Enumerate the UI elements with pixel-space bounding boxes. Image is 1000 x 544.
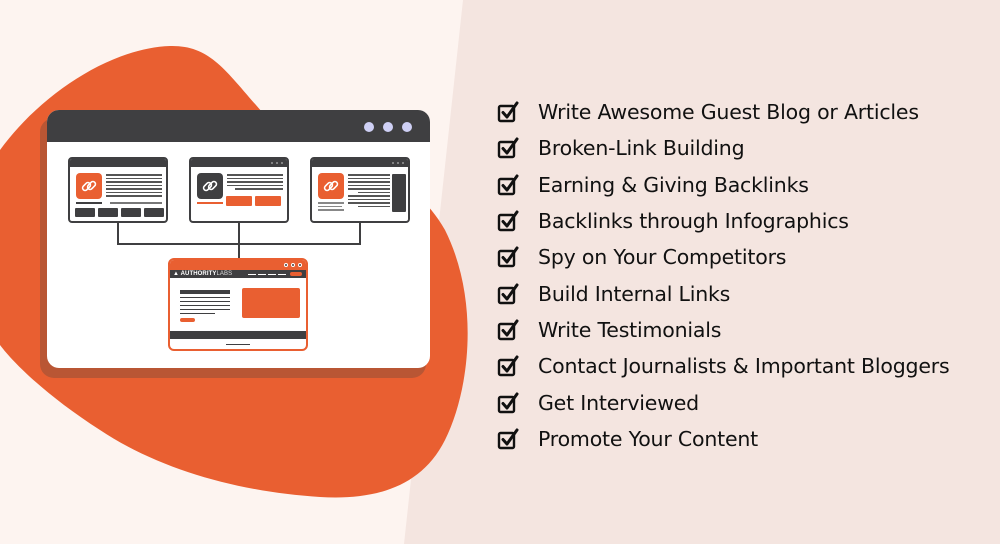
checked-box-icon	[497, 355, 519, 377]
site-nav-button	[290, 272, 302, 276]
checklist-item: Earning & Giving Backlinks	[497, 167, 949, 203]
window-dot-icon	[364, 122, 374, 132]
checklist-item-label: Broken-Link Building	[538, 136, 745, 161]
window-dot-icon	[402, 122, 412, 132]
site-footer-line	[226, 344, 250, 345]
checklist-item-label: Backlinks through Infographics	[538, 209, 849, 234]
checklist-item-label: Promote Your Content	[538, 426, 759, 451]
site-orange-button	[226, 196, 252, 206]
window-dot-icon	[383, 122, 393, 132]
checklist-item: Write Awesome Guest Blog or Articles	[497, 94, 949, 130]
site-titlebar	[70, 159, 166, 167]
site-nav-links	[248, 273, 286, 275]
window-controls	[364, 122, 412, 132]
checked-box-icon	[497, 392, 519, 413]
brand-name-light: LABS	[216, 271, 233, 277]
site-cta-button	[180, 318, 195, 322]
site-text-lines	[180, 297, 230, 314]
checklist-item-label: Spy on Your Competitors	[538, 245, 787, 270]
checklist-item: Get Interviewed	[497, 384, 949, 420]
checklist-item-label: Contact Journalists & Important Bloggers	[538, 354, 950, 379]
site-text-lines	[227, 174, 283, 190]
site-caption-bar	[76, 202, 102, 204]
site-window-1	[68, 157, 168, 223]
site-text-lines	[348, 174, 390, 207]
checklist-item-label: Build Internal Links	[538, 281, 731, 306]
checklist-item-label: Write Testimonials	[538, 317, 722, 342]
checklist-item: Backlinks through Infographics	[497, 203, 949, 239]
checked-box-icon	[497, 319, 519, 341]
site-footer	[170, 331, 306, 339]
site-navbar: ▲ AUTHORITYLABS	[170, 270, 306, 278]
connector-line	[359, 222, 361, 244]
authoritylabs-site-window: ▲ AUTHORITYLABS	[168, 258, 308, 351]
chain-link-icon	[81, 180, 97, 192]
connector-line	[117, 222, 119, 244]
site-text-lines	[106, 174, 162, 197]
connector-line	[238, 222, 240, 258]
checklist-item: Contact Journalists & Important Bloggers	[497, 348, 950, 384]
checked-box-icon	[497, 101, 519, 123]
site-window-2	[189, 157, 289, 223]
site-nav-block	[98, 208, 118, 217]
brand-name-bold: AUTHORITY	[180, 271, 217, 277]
site-nav-block	[121, 208, 141, 217]
site-titlebar	[170, 260, 306, 270]
checklist-item: Broken-Link Building	[497, 130, 949, 166]
checked-box-icon	[497, 246, 519, 268]
site-heading-bar	[180, 290, 230, 294]
checklist-item: Write Testimonials	[497, 312, 949, 348]
connector-line	[117, 243, 361, 245]
site-titlebar	[312, 159, 408, 167]
checklist-item: Build Internal Links	[497, 275, 949, 311]
site-caption-lines	[318, 202, 344, 211]
site-text-line	[110, 202, 162, 204]
checklist-item-label: Get Interviewed	[538, 390, 700, 415]
checked-box-icon	[497, 174, 519, 195]
site-window-3	[310, 157, 410, 223]
chain-link-icon	[202, 180, 218, 192]
checked-box-icon	[497, 428, 519, 450]
checklist-item: Spy on Your Competitors	[497, 239, 949, 275]
site-orange-button	[255, 196, 281, 206]
backlink-strategy-checklist: Write Awesome Guest Blog or Articles Bro…	[497, 94, 950, 457]
authoritylabs-logo: ▲ AUTHORITYLABS	[173, 270, 232, 278]
site-logo	[318, 173, 344, 199]
main-window-titlebar	[47, 110, 430, 142]
checked-box-icon	[497, 210, 519, 232]
authoritylabs-logo-icon: ▲	[173, 271, 180, 277]
checklist-item-label: Earning & Giving Backlinks	[538, 172, 809, 197]
site-sidebar-block	[392, 174, 406, 212]
checked-box-icon	[497, 283, 519, 304]
checklist-item: Promote Your Content	[497, 421, 949, 457]
site-hero-image	[242, 288, 300, 318]
chain-link-icon	[323, 180, 339, 192]
site-nav-block	[144, 208, 164, 217]
checklist-item-label: Write Awesome Guest Blog or Articles	[538, 100, 919, 125]
site-logo	[76, 173, 102, 199]
site-titlebar	[191, 159, 287, 167]
checked-box-icon	[497, 137, 519, 159]
site-caption-bar	[197, 202, 223, 204]
site-logo	[197, 173, 223, 199]
site-nav-block	[75, 208, 95, 217]
